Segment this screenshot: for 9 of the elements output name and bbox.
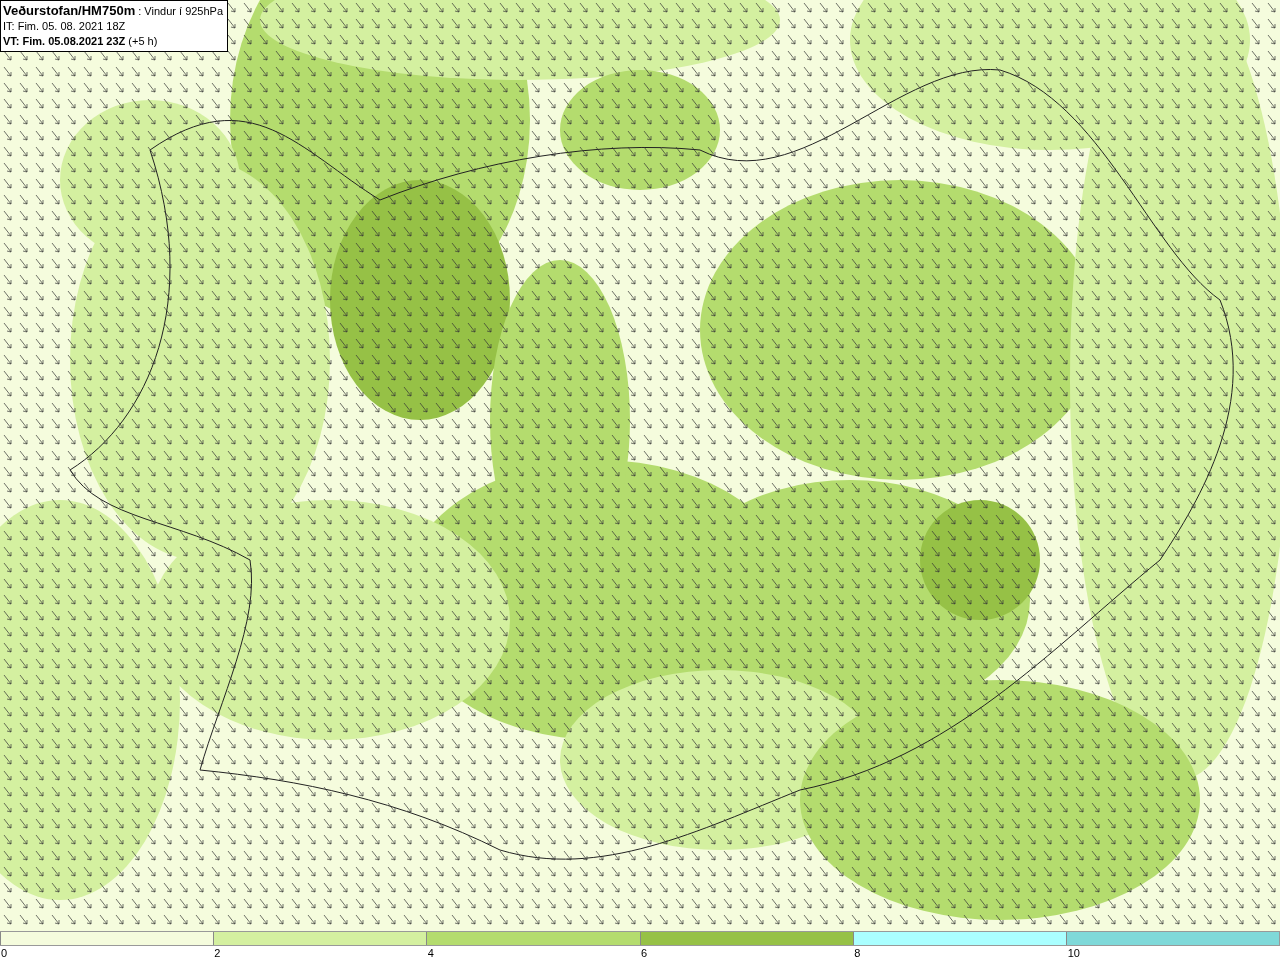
title-line: IT: Fim. 05. 08. 2021 18Z [3, 19, 127, 34]
legend-label: 8 [854, 947, 861, 959]
legend-label: 0 [1, 947, 8, 959]
title-line: VT: Fim. 05.08.2021 23Z (+5 h) [3, 34, 159, 49]
legend-label: 10 [1067, 947, 1080, 959]
legend-label: 4 [427, 947, 434, 959]
legend-label: 2 [214, 947, 221, 959]
legend-label: 6 [641, 947, 648, 959]
title-line: Veðurstofan/HM750m : Vindur í 925hPa [3, 3, 224, 19]
